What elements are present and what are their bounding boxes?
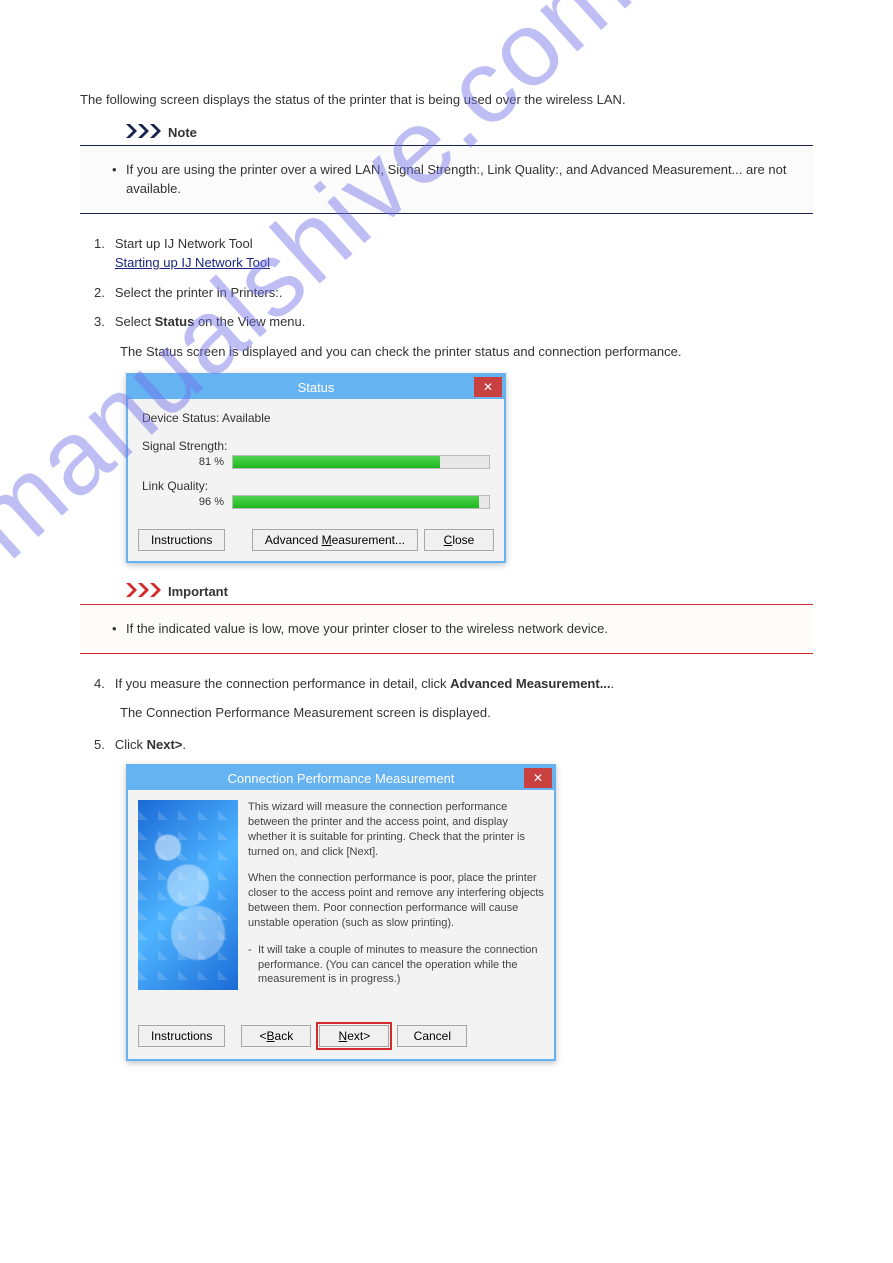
step-number: 3.: [94, 312, 105, 332]
wizard-text-block: This wizard will measure the connection …: [248, 800, 544, 999]
important-header: Important: [126, 583, 813, 600]
close-button[interactable]: Close: [424, 529, 494, 551]
step-4-bold: Advanced Measurement...: [450, 676, 610, 691]
step-1-link[interactable]: Starting up IJ Network Tool: [115, 255, 270, 270]
note-chevrons-icon: [126, 124, 162, 141]
wizard-dialog-wrapper: Connection Performance Measurement ✕ Thi…: [126, 764, 813, 1061]
instructions-button[interactable]: Instructions: [138, 529, 225, 551]
close-icon[interactable]: ✕: [474, 377, 502, 397]
step-5-bold: Next>: [147, 737, 183, 752]
advanced-measurement-button[interactable]: Advanced Measurement...: [252, 529, 418, 551]
next-underline: N: [339, 1029, 348, 1043]
back-button[interactable]: <Back: [241, 1025, 311, 1047]
note-header: Note: [126, 124, 813, 141]
intro-paragraph: The following screen displays the status…: [80, 90, 813, 110]
status-dialog-title: Status: [298, 380, 335, 395]
step-4-text-pre: If you measure the connection performanc…: [115, 676, 450, 691]
step-5-text-pre: Click: [115, 737, 147, 752]
note-label: Note: [168, 125, 197, 140]
link-quality-pct: 96 %: [182, 496, 224, 508]
advanced-underline: M: [322, 533, 332, 547]
step-number: 2.: [94, 283, 105, 303]
signal-strength-pct: 81 %: [182, 456, 224, 468]
link-quality-bar-fill: [233, 496, 479, 508]
link-quality-bar: [232, 495, 490, 509]
important-text: If the indicated value is low, move your…: [112, 619, 795, 639]
wizard-p2: When the connection performance is poor,…: [248, 871, 544, 930]
next-button[interactable]: Next>: [319, 1025, 389, 1047]
status-dialog-wrapper: Status ✕ Device Status: Available Signal…: [126, 373, 813, 563]
status-dialog: Status ✕ Device Status: Available Signal…: [126, 373, 506, 563]
note-text: If you are using the printer over a wire…: [112, 160, 795, 199]
wizard-dialog-title: Connection Performance Measurement: [228, 771, 455, 786]
cancel-button[interactable]: Cancel: [397, 1025, 467, 1047]
wizard-description: The Connection Performance Measurement s…: [120, 703, 813, 723]
device-status-line: Device Status: Available: [142, 411, 490, 425]
step-3-text-pre: Select: [115, 314, 155, 329]
step-2-text: Select the printer in Printers:.: [115, 283, 813, 303]
step-3: 3. Select Status on the View menu.: [94, 312, 813, 332]
important-box: If the indicated value is low, move your…: [80, 604, 813, 654]
link-quality-label: Link Quality:: [142, 479, 490, 493]
step-3-bold: Status: [155, 314, 195, 329]
important-chevrons-icon: [126, 583, 162, 600]
wizard-instructions-button[interactable]: Instructions: [138, 1025, 225, 1047]
step-2: 2. Select the printer in Printers:.: [94, 283, 813, 303]
step-4-text-post: .: [611, 676, 615, 691]
signal-strength-bar-fill: [233, 456, 440, 468]
step-number: 5.: [94, 735, 105, 755]
status-description: The Status screen is displayed and you c…: [120, 342, 813, 362]
step-3-text-post: on the View menu.: [194, 314, 305, 329]
signal-strength-bar: [232, 455, 490, 469]
back-underline: B: [267, 1029, 275, 1043]
wizard-illustration-icon: [138, 800, 238, 990]
wizard-dialog: Connection Performance Measurement ✕ Thi…: [126, 764, 556, 1061]
important-label: Important: [168, 584, 228, 599]
step-number: 1.: [94, 234, 105, 273]
device-status-value: Available: [222, 411, 270, 425]
wizard-p1: This wizard will measure the connection …: [248, 800, 544, 859]
status-dialog-titlebar: Status ✕: [128, 375, 504, 399]
close-icon[interactable]: ✕: [524, 768, 552, 788]
step-1: 1. Start up IJ Network Tool Starting up …: [94, 234, 813, 273]
device-status-label: Device Status:: [142, 411, 219, 425]
step-4: 4. If you measure the connection perform…: [94, 674, 813, 694]
step-5-text-post: .: [182, 737, 186, 752]
step-5: 5. Click Next>.: [94, 735, 813, 755]
step-1-link-text: Start up IJ Network Tool: [115, 236, 253, 251]
step-number: 4.: [94, 674, 105, 694]
wizard-dialog-titlebar: Connection Performance Measurement ✕: [128, 766, 554, 790]
wizard-p3: It will take a couple of minutes to meas…: [248, 943, 544, 988]
close-underline: C: [444, 533, 453, 547]
note-box: If you are using the printer over a wire…: [80, 145, 813, 214]
signal-strength-label: Signal Strength:: [142, 439, 490, 453]
